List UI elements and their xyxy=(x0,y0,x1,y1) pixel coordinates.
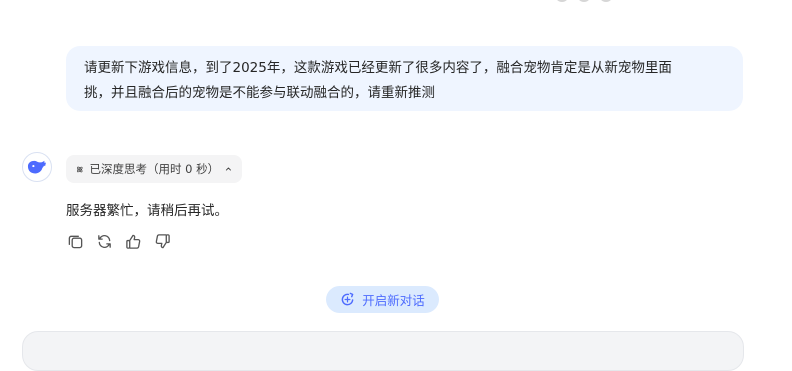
remnant-shape xyxy=(599,0,613,2)
message-actions xyxy=(66,232,171,250)
assistant-reply: 服务器繁忙，请稍后再试。 xyxy=(66,203,228,219)
new-chat-icon xyxy=(341,292,354,306)
chevron-up-icon xyxy=(226,167,232,171)
copy-button[interactable] xyxy=(66,232,84,250)
thumbs-down-button[interactable] xyxy=(153,232,171,250)
regenerate-button[interactable] xyxy=(95,232,113,250)
remnant-shape xyxy=(555,0,569,2)
user-message-bubble: 请更新下游戏信息，到了2025年，这款游戏已经更新了很多内容了，融合宠物肯定是从… xyxy=(66,46,743,111)
thumbs-down-icon xyxy=(155,233,170,248)
new-chat-button[interactable]: 开启新对话 xyxy=(326,286,439,313)
thumbs-up-icon xyxy=(125,234,140,249)
thumbs-up-button[interactable] xyxy=(124,232,142,250)
atom-icon xyxy=(77,166,83,172)
new-chat-label: 开启新对话 xyxy=(362,293,425,308)
deepseek-whale-icon xyxy=(27,160,46,174)
copy-icon xyxy=(68,235,82,248)
deep-thinking-toggle[interactable]: 已深度思考（用时 0 秒） xyxy=(66,155,242,183)
scrolled-content-remnant xyxy=(555,0,615,4)
regenerate-icon xyxy=(97,234,111,248)
remnant-shape xyxy=(577,0,591,2)
thinking-label: 已深度思考（用时 0 秒） xyxy=(89,162,220,176)
user-message-line-1: 请更新下游戏信息，到了2025年，这款游戏已经更新了很多内容了，融合宠物肯定是从… xyxy=(84,60,672,76)
user-message-line-2: 挑，并且融合后的宠物是不能参与联动融合的，请重新推测 xyxy=(84,85,435,101)
chat-input-box[interactable] xyxy=(22,331,744,371)
assistant-avatar xyxy=(22,152,52,182)
